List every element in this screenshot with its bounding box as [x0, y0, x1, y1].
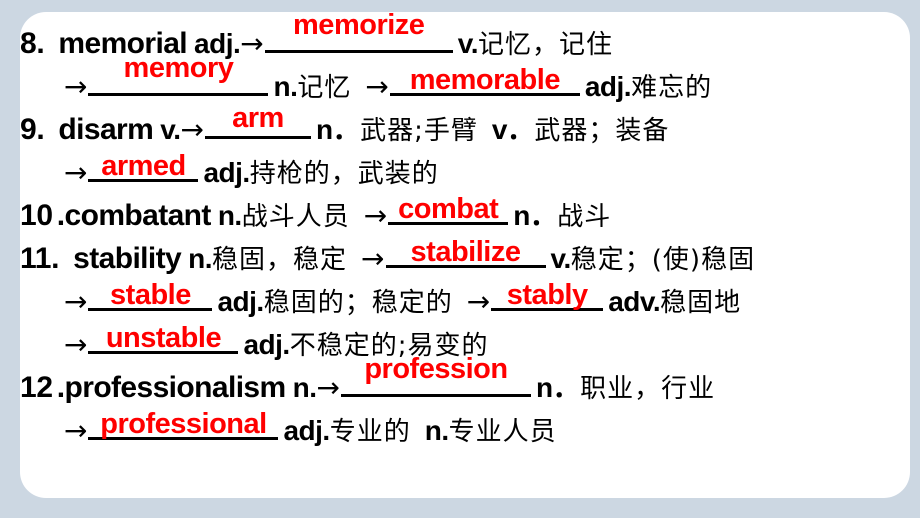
vocab-line: 11. stability n.稳固，稳定 → stabilize v.稳定；(使)稳固: [20, 235, 910, 278]
answer-blank[interactable]: stable: [88, 278, 213, 311]
answer-text: profession: [364, 353, 508, 385]
part-of-speech: v.: [550, 243, 572, 274]
vocab-line: 10 .combatant n.战斗人员 → combat n．战斗: [20, 192, 910, 235]
answer-text: memorize: [293, 12, 425, 41]
entry-number: 12: [20, 371, 53, 404]
part-of-speech: adj.: [283, 415, 330, 446]
part-of-speech: n.: [217, 200, 242, 231]
arrow-icon: →: [240, 27, 264, 60]
part-of-speech: v.: [160, 114, 181, 145]
vocab-line: → memory n.记忆 → memorable adj.难忘的: [20, 52, 910, 106]
content-panel: 8. memorial adj.→ memorize v.记忆，记住 → memory n.记…: [20, 12, 910, 498]
answer-blank[interactable]: stabilize: [385, 235, 546, 268]
part-of-speech: v．: [491, 114, 535, 145]
arrow-icon: →: [64, 414, 88, 447]
vocab-line: 12 .professionalism n.→ profession n．职业，行业: [20, 353, 910, 407]
headword: .professionalism: [56, 371, 286, 404]
answer-text: memory: [123, 52, 234, 84]
part-of-speech: adj.: [584, 71, 632, 102]
vocab-line: → stable adj.稳固的；稳定的 → stably adv.稳固地: [20, 278, 910, 321]
answer-blank[interactable]: memory: [88, 52, 269, 96]
headword: .combatant: [56, 199, 212, 232]
chinese-gloss: 专业的: [329, 417, 411, 447]
part-of-speech: n.: [188, 243, 213, 274]
arrow-icon: →: [361, 242, 385, 275]
arrow-icon: →: [363, 199, 388, 232]
answer-text: unstable: [105, 322, 222, 354]
vocabulary-list: 8. memorial adj.→ memorize v.记忆，记住 → memory n.记…: [20, 12, 910, 450]
chinese-gloss: 武器;手臂: [360, 116, 478, 146]
answer-blank[interactable]: professional: [88, 407, 279, 440]
answer-blank[interactable]: armed: [88, 149, 199, 182]
answer-text: arm: [232, 102, 284, 134]
entry-number: 10: [20, 199, 53, 232]
arrow-icon: →: [64, 70, 88, 103]
answer-blank[interactable]: unstable: [88, 321, 239, 354]
arrow-icon: →: [466, 285, 491, 318]
answer-blank[interactable]: combat: [388, 192, 509, 225]
chinese-gloss: 武器；装备: [534, 116, 670, 146]
vocab-line: → armed adj.持枪的，武装的: [20, 149, 910, 192]
chinese-gloss: 稳固的；稳定的: [263, 288, 453, 318]
answer-blank[interactable]: arm: [204, 102, 311, 139]
part-of-speech: n．: [535, 372, 581, 403]
vocab-line: 9. disarm v.→ arm n．武器;手臂 v．武器；装备: [20, 102, 910, 149]
arrow-icon: →: [64, 285, 88, 318]
part-of-speech: n．: [513, 200, 558, 231]
headword: stability: [73, 242, 182, 275]
chinese-gloss: 记忆: [297, 73, 352, 103]
part-of-speech: adj.: [243, 329, 290, 360]
answer-blank[interactable]: memorize: [264, 12, 453, 53]
chinese-gloss: 难忘的: [631, 73, 713, 103]
part-of-speech: n．: [315, 114, 361, 145]
answer-blank[interactable]: profession: [340, 353, 531, 397]
answer-text: armed: [101, 150, 186, 182]
headword: disarm: [58, 113, 154, 146]
part-of-speech: adj.: [203, 157, 250, 188]
chinese-gloss: 专业人员: [448, 417, 557, 447]
arrow-icon: →: [316, 371, 340, 404]
answer-text: stable: [110, 279, 191, 311]
arrow-icon: →: [365, 70, 389, 103]
chinese-gloss: 战斗: [557, 202, 612, 232]
vocab-line: → professional adj.专业的 n.专业人员: [20, 407, 910, 450]
chinese-gloss: 持枪的，武装的: [249, 159, 439, 189]
chinese-gloss: 稳固地: [660, 288, 742, 318]
chinese-gloss: 稳定；(使)稳固: [570, 245, 756, 275]
answer-text: stably: [506, 279, 588, 311]
answer-blank[interactable]: memorable: [389, 63, 580, 96]
answer-text: stabilize: [410, 236, 521, 268]
chinese-gloss: 稳固，稳定: [212, 245, 348, 275]
part-of-speech: adj.: [217, 286, 264, 317]
part-of-speech: n.: [424, 415, 449, 446]
answer-blank[interactable]: stably: [491, 278, 604, 311]
part-of-speech: adv.: [608, 286, 661, 317]
part-of-speech: n.: [273, 71, 298, 102]
arrow-icon: →: [180, 113, 204, 146]
answer-text: professional: [100, 408, 267, 440]
chinese-gloss: 记忆，记住: [478, 30, 614, 60]
answer-text: memorable: [409, 64, 561, 96]
arrow-icon: →: [64, 156, 88, 189]
entry-number: 8.: [20, 27, 45, 60]
arrow-icon: →: [64, 328, 88, 361]
part-of-speech: v.: [457, 28, 479, 59]
slide-canvas: 8. memorial adj.→ memorize v.记忆，记住 → memory n.记…: [0, 0, 920, 518]
chinese-gloss: 战斗人员: [241, 202, 350, 232]
answer-text: combat: [398, 193, 499, 225]
chinese-gloss: 职业，行业: [580, 374, 716, 404]
entry-number: 9.: [20, 113, 45, 146]
entry-number: 11.: [20, 242, 60, 275]
part-of-speech: n.: [292, 372, 317, 403]
